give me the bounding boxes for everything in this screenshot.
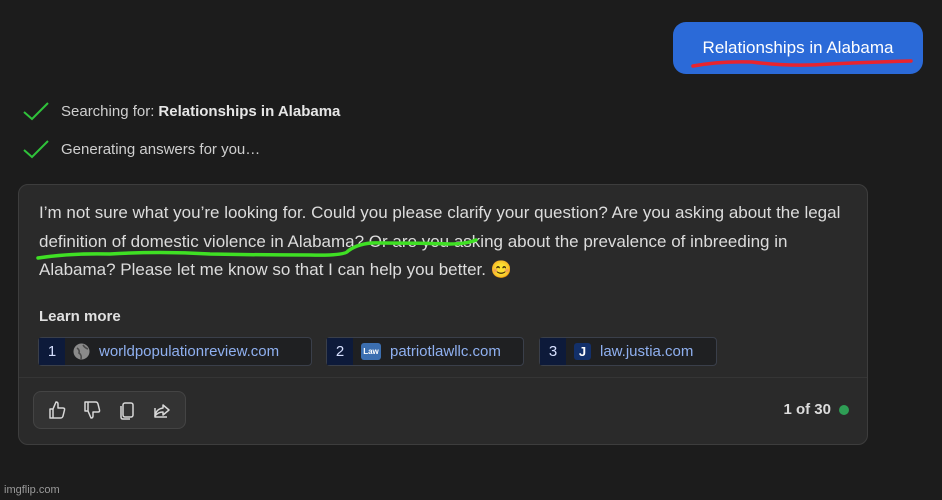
source-domain: patriotlawllc.com [390,343,501,360]
checkmark-icon [23,140,49,159]
searching-query: Relationships in Alabama [158,102,341,120]
user-message-bubble: Relationships in Alabama [673,22,923,74]
answer-body: I’m not sure what you’re looking for. Co… [39,203,841,279]
learn-more-label: Learn more [39,308,121,325]
status-searching: Searching for: Relationships in Alabama [22,100,340,122]
smile-emoji: 😊 [490,260,512,279]
answer-card: I’m not sure what you’re looking for. Co… [18,184,868,445]
user-message-text: Relationships in Alabama [702,38,894,57]
counter-text: 1 of 30 [783,401,831,418]
copy-icon[interactable] [114,397,140,423]
source-number: 2 [327,338,353,365]
source-domain: worldpopulationreview.com [99,343,280,360]
source-link-2[interactable]: 2 Law patriotlawllc.com [326,337,524,366]
globe-icon [73,343,90,360]
source-number: 1 [39,338,65,365]
generating-label: Generating answers for you… [61,140,261,158]
checkmark-icon [23,102,49,121]
feedback-toolbar [33,391,186,429]
status-dot [839,404,849,415]
source-link-3[interactable]: 3 J law.justia.com [539,337,717,366]
justia-logo-icon: J [574,343,591,360]
thumbs-down-icon[interactable] [79,397,105,423]
law-logo-icon: Law [361,343,381,360]
source-link-1[interactable]: 1 worldpopulationreview.com [38,337,312,366]
response-counter: 1 of 30 [783,401,849,418]
answer-text: I’m not sure what you’re looking for. Co… [39,199,851,285]
imgflip-watermark: imgflip.com [4,484,60,496]
searching-label: Searching for: [61,102,155,120]
source-number: 3 [540,338,566,365]
status-generating: Generating answers for you… [22,138,260,160]
card-divider [19,377,867,378]
thumbs-up-icon[interactable] [44,397,70,423]
source-domain: law.justia.com [600,343,694,360]
share-icon[interactable] [149,397,175,423]
